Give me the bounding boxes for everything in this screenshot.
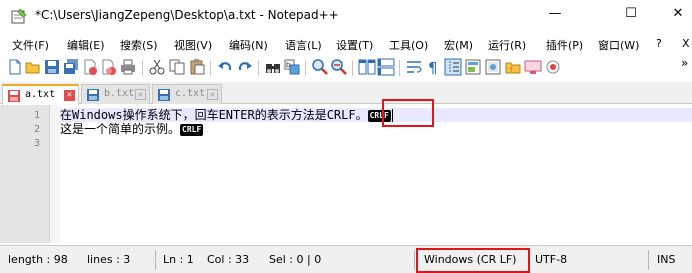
tab-b-txt[interactable]: b.txt ✕ (81, 84, 150, 104)
zoom-in-icon[interactable] (311, 58, 329, 76)
tab-c-txt[interactable]: c.txt ✕ (152, 84, 222, 104)
paste-icon[interactable] (188, 58, 206, 76)
menu-language[interactable]: 语言(L) (285, 37, 322, 53)
toolbar-separator (399, 60, 400, 76)
annotation-highlight-box (416, 248, 530, 273)
toolbar-overflow-icon[interactable]: » (681, 56, 692, 74)
folder-workspace-icon[interactable]: f (504, 58, 522, 76)
menu-bar: 文件(F) 编辑(E) 搜索(S) 视图(V) 编码(N) 语言(L) 设置(T… (0, 34, 692, 54)
notepad-app-icon (11, 8, 27, 24)
status-bar: length : 98 lines : 3 Ln : 1 Col : 33 Se… (0, 245, 692, 273)
line-number: 1 (33, 110, 40, 121)
menu-help[interactable]: ? (656, 37, 662, 50)
editor-area[interactable]: 1 2 3 在Windows操作系统下，回车ENTER的表示方法是CRLF。 CR… (0, 99, 692, 243)
find-icon[interactable] (264, 58, 282, 76)
status-length: length : 98 (8, 253, 68, 266)
window-title: *C:\Users\JiangZepeng\Desktop\a.txt - No… (35, 8, 339, 22)
minimize-button[interactable]: — (541, 4, 569, 24)
title-bar: *C:\Users\JiangZepeng\Desktop\a.txt - No… (0, 0, 692, 30)
save-icon[interactable] (43, 58, 61, 76)
saved-file-icon (87, 89, 99, 101)
show-all-chars-icon[interactable]: ¶ (424, 58, 442, 76)
menu-run[interactable]: 运行(R) (488, 37, 526, 53)
toolbar-separator (352, 60, 353, 76)
menu-settings[interactable]: 设置(T) (336, 37, 373, 53)
svg-text:b: b (286, 61, 291, 69)
svg-text:¶: ¶ (428, 59, 438, 76)
tab-label: c.txt (175, 88, 206, 99)
status-column: Col : 33 (207, 253, 250, 266)
line-number: 2 (33, 124, 40, 135)
status-insert-mode[interactable]: INS (657, 253, 675, 266)
menu-view[interactable]: 视图(V) (174, 37, 212, 53)
code-line-2[interactable]: 这是一个简单的示例。 CRLF (60, 122, 204, 136)
open-file-icon[interactable] (24, 58, 42, 76)
line-number-gutter: 1 2 3 (0, 105, 50, 243)
status-encoding[interactable]: UTF-8 (535, 253, 567, 266)
tab-label: a.txt (25, 89, 56, 100)
maximize-button[interactable]: ☐ (617, 4, 645, 24)
status-line-number: Ln : 1 (163, 253, 194, 266)
line-text: 这是一个简单的示例。 (60, 122, 181, 136)
copy-icon[interactable] (168, 58, 186, 76)
indent-guide-icon[interactable] (444, 58, 462, 76)
close-icon[interactable] (81, 58, 99, 76)
sync-horizontal-icon[interactable] (377, 58, 395, 76)
word-wrap-icon[interactable] (405, 58, 423, 76)
tab-a-txt[interactable]: a.txt ✕ (2, 84, 79, 105)
menu-macro[interactable]: 宏(M) (444, 37, 473, 53)
menu-tools[interactable]: 工具(O) (389, 37, 428, 53)
toolbar-separator (305, 60, 306, 76)
toolbar-separator (258, 60, 259, 76)
function-list-icon[interactable] (484, 58, 502, 76)
menu-plugins[interactable]: 插件(P) (546, 37, 583, 53)
eol-marker-crlf: CRLF (180, 123, 204, 136)
code-line-1[interactable]: 在Windows操作系统下，回车ENTER的表示方法是CRLF。 CRLF (60, 108, 393, 122)
undo-icon[interactable] (216, 58, 234, 76)
save-all-icon[interactable] (62, 58, 80, 76)
tab-close-icon[interactable]: ✕ (207, 89, 218, 100)
menu-file[interactable]: 文件(F) (12, 37, 49, 53)
menu-window[interactable]: 窗口(W) (598, 37, 639, 53)
toolbar-separator (142, 60, 143, 76)
sync-vertical-icon[interactable] (358, 58, 376, 76)
status-separator (155, 250, 156, 270)
status-separator (414, 250, 415, 270)
tab-label: b.txt (104, 88, 135, 99)
tab-close-icon[interactable]: ✕ (64, 90, 75, 101)
menu-close-doc[interactable]: X (682, 37, 690, 50)
line-text: 在Windows操作系统下，回车ENTER的表示方法是CRLF。 (60, 108, 368, 122)
cut-icon[interactable] (148, 58, 166, 76)
menu-edit[interactable]: 编辑(E) (67, 37, 105, 53)
redo-icon[interactable] (236, 58, 254, 76)
close-all-icon[interactable] (100, 58, 118, 76)
close-window-button[interactable]: ✕ (664, 4, 692, 24)
zoom-out-icon[interactable] (330, 58, 348, 76)
toolbar-separator (210, 60, 211, 76)
status-lines: lines : 3 (87, 253, 131, 266)
saved-file-icon (158, 89, 170, 101)
record-macro-icon[interactable] (544, 58, 562, 76)
monitor-icon[interactable] (524, 58, 542, 76)
menu-encoding[interactable]: 编码(N) (229, 37, 268, 53)
status-selection: Sel : 0 | 0 (269, 253, 322, 266)
status-separator (648, 250, 649, 270)
tab-bar: a.txt ✕ b.txt ✕ c.txt ✕ (0, 82, 692, 105)
tab-close-icon[interactable]: ✕ (135, 89, 146, 100)
replace-icon[interactable]: b (283, 58, 301, 76)
new-file-icon[interactable] (6, 58, 24, 76)
fold-margin[interactable] (50, 105, 60, 243)
print-icon[interactable] (119, 58, 137, 76)
unsaved-file-icon (8, 90, 20, 102)
doc-map-icon[interactable] (464, 58, 482, 76)
annotation-highlight-box (382, 99, 434, 127)
menu-search[interactable]: 搜索(S) (120, 37, 158, 53)
toolbar: b ¶ f » (0, 54, 692, 80)
line-number: 3 (33, 138, 40, 149)
